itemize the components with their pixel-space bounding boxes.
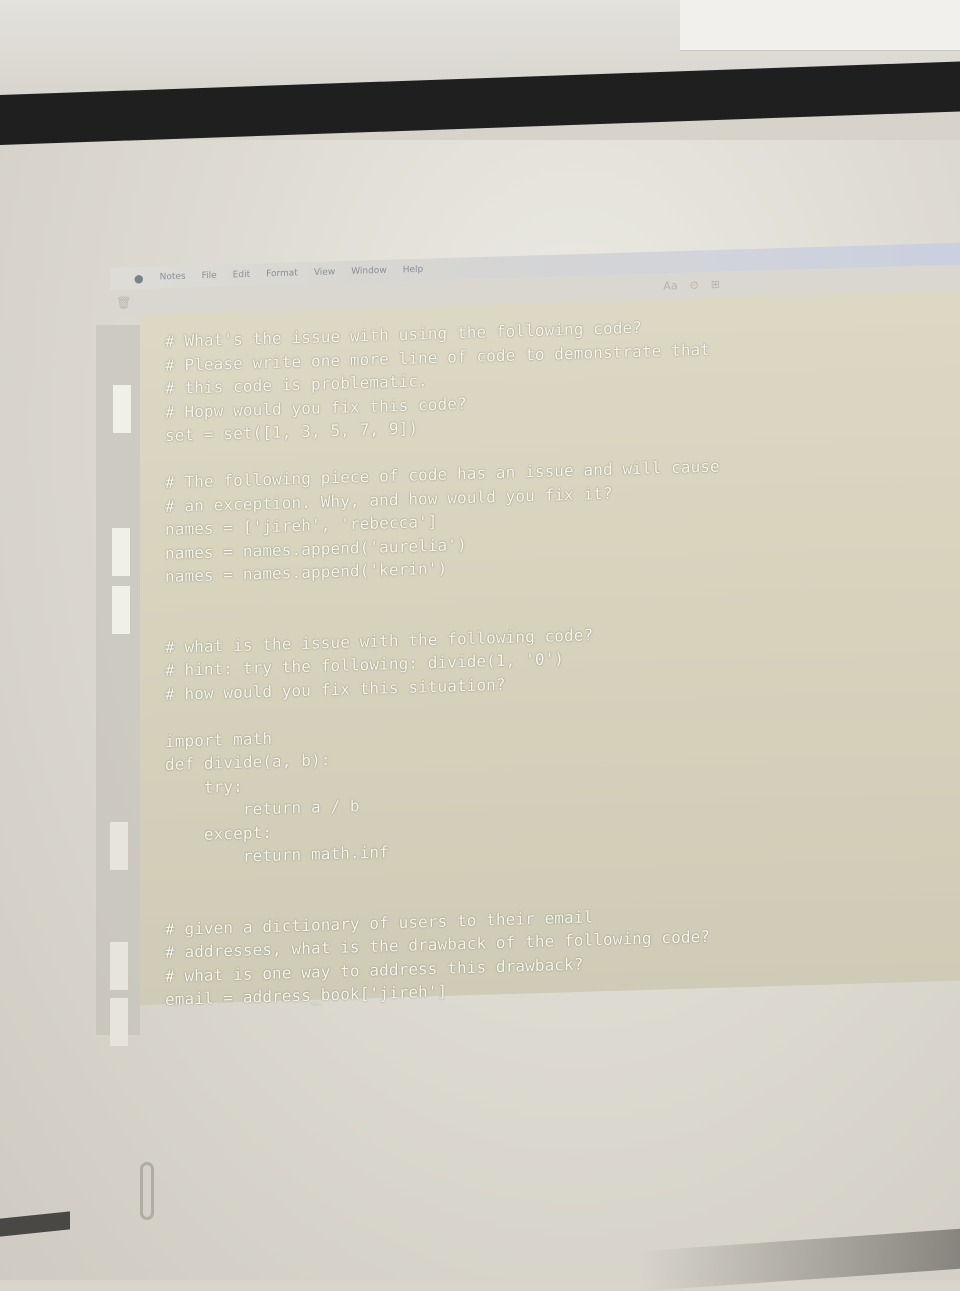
table-icon[interactable]: ⊞ <box>711 278 720 291</box>
checklist-icon[interactable]: ⊙ <box>690 279 699 292</box>
trash-icon[interactable]: 🗑 <box>116 295 131 309</box>
note-list-item[interactable] <box>112 586 130 634</box>
menu-item-edit[interactable]: Edit <box>233 270 250 281</box>
note-list-item[interactable] <box>112 528 130 576</box>
menu-item-notes[interactable]: Notes <box>160 272 186 283</box>
menu-item-window[interactable]: Window <box>351 266 387 277</box>
note-list-item[interactable] <box>110 942 128 990</box>
note-list-item[interactable] <box>110 998 128 1046</box>
menu-item-help[interactable]: Help <box>403 265 424 276</box>
menu-item-file[interactable]: File <box>202 271 217 281</box>
menu-item-format[interactable]: Format <box>266 268 298 279</box>
menu-item-view[interactable]: View <box>314 267 335 278</box>
note-body[interactable]: # What's the issue with using the follow… <box>165 307 945 1012</box>
ceiling-light-fixture <box>680 0 960 51</box>
format-text-icon[interactable]: Aa <box>663 279 677 292</box>
apple-icon[interactable]: ● <box>134 272 144 285</box>
note-list-item[interactable] <box>113 385 131 433</box>
note-list-item[interactable] <box>110 822 128 870</box>
projector-mark-icon <box>140 1162 154 1220</box>
